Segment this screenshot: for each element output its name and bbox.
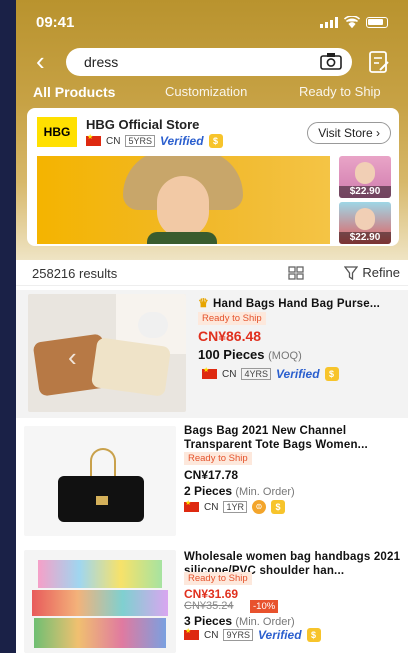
product-moq-note: (Min. Order) xyxy=(235,616,295,628)
product-price: CN¥86.48 xyxy=(198,328,262,344)
thumb-price: $22.90 xyxy=(339,186,391,198)
store-name: HBG Official Store xyxy=(86,117,200,132)
product-price: CN¥31.69 xyxy=(184,587,239,601)
status-bar: 09:41 xyxy=(16,14,408,36)
ready-to-ship-tag: Ready to Ship xyxy=(198,312,266,325)
search-header: 09:41 ‹ dress All Products Customization… xyxy=(16,0,408,260)
trade-assurance-icon: ⊜ xyxy=(251,500,266,514)
product-price: CN¥17.78 xyxy=(184,468,239,482)
crown-icon: ♛ xyxy=(198,296,209,310)
product-moq-note: (MOQ) xyxy=(268,350,302,362)
ready-to-ship-tag: Ready to Ship xyxy=(184,572,252,585)
category-tabs: All Products Customization Ready to Ship xyxy=(16,84,408,104)
product-image[interactable] xyxy=(24,550,176,653)
product-image[interactable] xyxy=(24,426,176,536)
supplier-meta: CN 1YR ⊜ $ xyxy=(184,499,285,514)
store-meta: CN 5YRS Verified $ xyxy=(86,133,223,148)
status-time: 09:41 xyxy=(36,14,75,31)
gold-supplier-icon: $ xyxy=(324,367,339,381)
battery-icon xyxy=(366,16,388,28)
supplier-meta: CN 9YRS Verified $ xyxy=(184,627,321,642)
grid-view-icon[interactable] xyxy=(288,266,304,280)
rfq-edit-icon[interactable] xyxy=(368,50,390,74)
store-logo: HBG xyxy=(37,117,77,147)
store-card[interactable]: HBG HBG Official Store CN 5YRS Verified … xyxy=(27,108,399,246)
tab-customization[interactable]: Customization xyxy=(165,84,247,99)
china-flag-icon xyxy=(86,133,101,146)
product-card[interactable]: Wholesale women bag handbags 2021 silico… xyxy=(16,546,408,653)
store-country: CN xyxy=(106,135,121,147)
wifi-icon xyxy=(344,16,360,28)
verified-badge: Verified xyxy=(257,628,302,642)
thumb-price: $22.90 xyxy=(339,232,391,244)
visit-store-button[interactable]: Visit Store › xyxy=(307,122,391,144)
verified-badge: Verified xyxy=(275,367,320,381)
product-moq-note: (Min. Order) xyxy=(235,486,295,498)
store-banner-image[interactable] xyxy=(37,156,330,244)
gold-supplier-icon: $ xyxy=(270,500,285,514)
product-moq: 3 Pieces xyxy=(184,614,233,628)
supplier-years: 4YRS xyxy=(241,368,271,380)
verified-badge: Verified xyxy=(159,134,204,148)
product-card[interactable]: ‹ ♛ Hand Bags Hand Bag Purse... Ready to … xyxy=(16,290,408,418)
search-input[interactable]: dress xyxy=(66,48,352,76)
gold-supplier-icon: $ xyxy=(208,134,223,148)
supplier-country: CN xyxy=(222,368,237,380)
signal-icon xyxy=(320,16,338,28)
product-title: Hand Bags Hand Bag Purse... xyxy=(212,298,381,310)
product-moq: 100 Pieces xyxy=(198,347,265,362)
ready-to-ship-tag: Ready to Ship xyxy=(184,452,252,465)
store-years: 5YRS xyxy=(125,135,155,147)
carousel-prev-icon[interactable]: ‹ xyxy=(68,342,77,373)
product-image[interactable]: ‹ xyxy=(28,294,186,412)
back-arrow-icon[interactable]: ‹ xyxy=(36,48,45,74)
store-product-thumb[interactable]: $22.90 xyxy=(339,202,391,244)
product-title: Bags Bag 2021 New Channel Transparent To… xyxy=(184,425,368,451)
store-product-thumb[interactable]: $22.90 xyxy=(339,156,391,198)
supplier-years: 9YRS xyxy=(223,629,253,641)
china-flag-icon xyxy=(184,499,199,512)
supplier-years: 1YR xyxy=(223,501,247,513)
results-bar: 258216 results Refine xyxy=(16,260,408,286)
supplier-country: CN xyxy=(204,629,219,641)
filter-icon xyxy=(344,265,359,280)
china-flag-icon xyxy=(184,627,199,640)
search-query: dress xyxy=(84,54,119,70)
tab-all-products[interactable]: All Products xyxy=(33,84,115,100)
supplier-meta: CN 4YRS Verified $ xyxy=(202,366,339,381)
gold-supplier-icon: $ xyxy=(306,628,321,642)
refine-label: Refine xyxy=(362,265,400,280)
original-price: CN¥35.24 xyxy=(184,600,234,612)
tab-ready-to-ship[interactable]: Ready to Ship xyxy=(299,84,381,99)
results-count: 258216 results xyxy=(32,266,118,281)
supplier-country: CN xyxy=(204,501,219,513)
camera-icon[interactable] xyxy=(320,52,342,70)
refine-button[interactable]: Refine xyxy=(344,265,400,280)
product-card[interactable]: Bags Bag 2021 New Channel Transparent To… xyxy=(16,420,408,544)
discount-badge: -10% xyxy=(250,600,279,613)
china-flag-icon xyxy=(202,366,217,379)
product-moq: 2 Pieces xyxy=(184,484,233,498)
app-screen: 09:41 ‹ dress All Products Customization… xyxy=(16,0,408,653)
